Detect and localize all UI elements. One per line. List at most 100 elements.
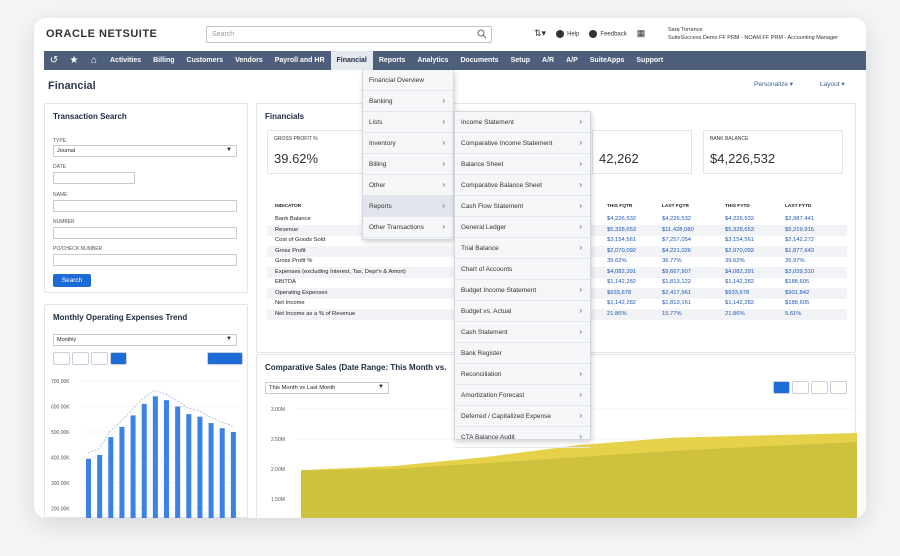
submenu-item-comparative-income-statement[interactable]: Comparative Income Statement › <box>455 133 590 154</box>
kpi-gross-profit[interactable]: GROSS PROFIT % 39.62% <box>267 130 367 174</box>
submenu-item-chart-of-accounts[interactable]: Chart of Accounts <box>455 259 590 280</box>
line-chart-toggle[interactable] <box>72 352 89 365</box>
row-value[interactable]: $2,070,092 <box>607 248 636 254</box>
recent-records-icon[interactable]: ⇅▾ <box>534 28 546 39</box>
row-value[interactable]: $1,813,122 <box>662 279 691 285</box>
row-value[interactable]: 5.61% <box>785 311 801 317</box>
row-value[interactable]: $3,154,561 <box>607 237 636 243</box>
po-check-field[interactable] <box>53 254 237 266</box>
row-value[interactable]: $1,142,282 <box>725 279 754 285</box>
submenu-item-trial-balance[interactable]: Trial Balance › <box>455 238 590 259</box>
kpi-partial[interactable]: 42,262 <box>592 130 692 174</box>
line-chart-toggle[interactable] <box>792 381 809 394</box>
row-value[interactable]: $4,226,532 <box>662 216 691 222</box>
row-value[interactable]: $7,257,054 <box>662 237 691 243</box>
bar[interactable] <box>230 432 236 518</box>
column-chart-toggle[interactable] <box>811 381 828 394</box>
trend-toggle[interactable] <box>207 352 243 365</box>
row-value[interactable]: $4,226,532 <box>725 216 754 222</box>
bar[interactable] <box>97 454 103 518</box>
row-value[interactable]: $2,142,272 <box>785 237 814 243</box>
bar[interactable] <box>175 406 181 519</box>
row-value[interactable]: $901,842 <box>785 290 809 296</box>
date-field[interactable] <box>53 172 135 184</box>
kpi-bank-balance[interactable]: BANK BALANCE $4,226,532 <box>703 130 843 174</box>
nav-item-suiteapps[interactable]: SuiteApps <box>584 51 631 70</box>
submenu-item-cta-balance-audit[interactable]: CTA Balance Audit › <box>455 427 590 448</box>
submenu-item-cash-statement[interactable]: Cash Statement › <box>455 322 590 343</box>
nav-item-support[interactable]: Support <box>630 51 669 70</box>
bar[interactable] <box>164 400 170 518</box>
row-value[interactable]: $2,987,441 <box>785 216 814 222</box>
menu-item-other[interactable]: Other › <box>363 175 453 196</box>
row-value[interactable]: $188,605 <box>785 279 809 285</box>
nav-item-setup[interactable]: Setup <box>505 51 536 70</box>
nav-item-reports[interactable]: Reports <box>373 51 411 70</box>
row-value[interactable]: $1,142,282 <box>607 300 636 306</box>
row-value[interactable]: 35.97% <box>785 258 805 264</box>
nav-item-activities[interactable]: Activities <box>104 51 147 70</box>
name-field[interactable] <box>53 200 237 212</box>
menu-item-lists[interactable]: Lists › <box>363 112 453 133</box>
menu-item-financial-overview[interactable]: Financial Overview <box>363 70 453 91</box>
bar[interactable] <box>141 403 147 518</box>
row-value[interactable]: $1,142,282 <box>725 300 754 306</box>
user-menu[interactable]: Sara Torrance SuiteSuccess Demo FF PRM -… <box>668 26 838 42</box>
bar[interactable] <box>86 458 92 518</box>
nav-item-billing[interactable]: Billing <box>147 51 180 70</box>
area-chart-toggle[interactable] <box>773 381 790 394</box>
row-value[interactable]: $933,678 <box>607 290 631 296</box>
row-value[interactable]: 15.77% <box>662 311 682 317</box>
bar[interactable] <box>219 428 225 518</box>
nav-item-customers[interactable]: Customers <box>181 51 230 70</box>
submenu-item-deferred-capitalized-expense[interactable]: Deferred / Capitalized Expense › <box>455 406 590 427</box>
nav-item-documents[interactable]: Documents <box>454 51 504 70</box>
feedback-link[interactable]: Feedback <box>589 29 627 38</box>
row-value[interactable]: $9,667,907 <box>662 269 691 275</box>
row-value[interactable]: 21.86% <box>607 311 627 317</box>
row-value[interactable]: $5,219,915 <box>785 227 814 233</box>
bar[interactable] <box>108 437 114 518</box>
nav-item-payroll-and-hr[interactable]: Payroll and HR <box>269 51 331 70</box>
row-value[interactable]: $1,813,161 <box>662 300 691 306</box>
bar[interactable] <box>130 415 136 518</box>
row-value[interactable]: $1,142,282 <box>607 279 636 285</box>
global-search-input[interactable]: Search <box>206 26 492 43</box>
role-icon[interactable]: ▦ <box>637 28 646 39</box>
submenu-item-budget-income-statement[interactable]: Budget Income Statement › <box>455 280 590 301</box>
bar[interactable] <box>152 396 158 518</box>
row-value[interactable]: $4,082,391 <box>725 269 754 275</box>
help-link[interactable]: Help <box>556 29 579 38</box>
type-select[interactable]: Journal ▼ <box>53 145 237 157</box>
bar-chart-toggle[interactable] <box>110 352 127 365</box>
number-field[interactable] <box>53 227 237 239</box>
row-value[interactable]: $4,221,026 <box>662 248 691 254</box>
row-value[interactable]: $2,070,092 <box>725 248 754 254</box>
layout-button[interactable]: Layout ▾ <box>820 80 845 88</box>
bar-chart-toggle[interactable] <box>830 381 847 394</box>
nav-item-analytics[interactable]: Analytics <box>411 51 454 70</box>
bar[interactable] <box>208 423 214 518</box>
submenu-item-comparative-balance-sheet[interactable]: Comparative Balance Sheet › <box>455 175 590 196</box>
row-value[interactable]: $5,328,653 <box>725 227 754 233</box>
submenu-item-cash-flow-statement[interactable]: Cash Flow Statement › <box>455 196 590 217</box>
submenu-item-amortization-forecast[interactable]: Amortization Forecast › <box>455 385 590 406</box>
submenu-item-budget-vs-actual[interactable]: Budget vs. Actual › <box>455 301 590 322</box>
row-value[interactable]: $3,154,561 <box>725 237 754 243</box>
row-value[interactable]: $5,328,653 <box>607 227 636 233</box>
nav-item-vendors[interactable]: Vendors <box>229 51 269 70</box>
row-value[interactable]: $933,678 <box>725 290 749 296</box>
submenu-item-balance-sheet[interactable]: Balance Sheet › <box>455 154 590 175</box>
recent-icon[interactable]: ↺ <box>44 55 64 66</box>
row-value[interactable]: 39.62% <box>607 258 627 264</box>
menu-item-other-transactions[interactable]: Other Transactions › <box>363 217 453 238</box>
search-button[interactable]: Search <box>53 274 91 287</box>
submenu-item-bank-register[interactable]: Bank Register <box>455 343 590 364</box>
menu-item-reports[interactable]: Reports › <box>363 196 453 217</box>
row-value[interactable]: $188,605 <box>785 300 809 306</box>
menu-item-billing[interactable]: Billing › <box>363 154 453 175</box>
submenu-item-income-statement[interactable]: Income Statement › <box>455 112 590 133</box>
bar[interactable] <box>197 416 203 518</box>
personalize-button[interactable]: Personalize ▾ <box>754 80 793 88</box>
submenu-item-general-ledger[interactable]: General Ledger › <box>455 217 590 238</box>
